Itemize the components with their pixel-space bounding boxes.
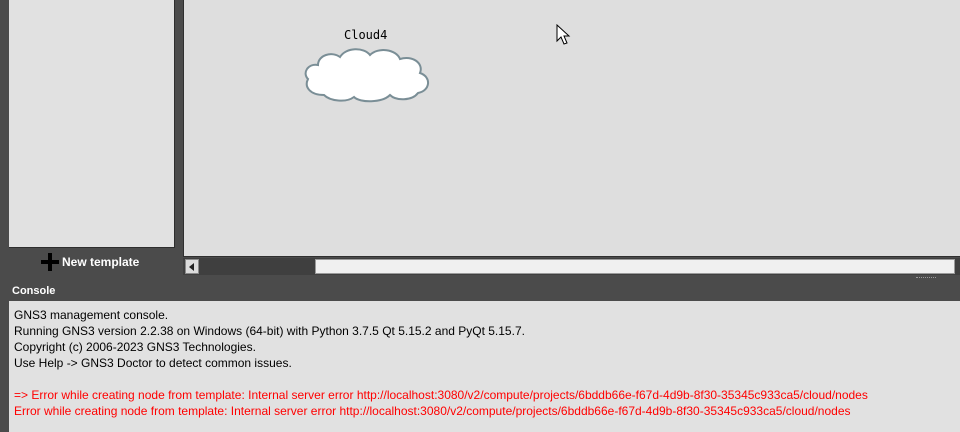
scroll-left-arrow-button[interactable] <box>185 259 199 274</box>
console-title: Console <box>12 285 56 297</box>
scroll-track[interactable] <box>201 259 958 274</box>
node-label-cloud4[interactable]: Cloud4 <box>344 28 387 42</box>
console-line: Running GNS3 version 2.2.38 on Windows (… <box>14 324 525 338</box>
new-template-label: New template <box>62 255 140 269</box>
cloud-icon[interactable] <box>302 45 434 103</box>
plus-icon <box>40 252 60 272</box>
console-line: Use Help -> GNS3 Doctor to detect common… <box>14 356 292 370</box>
scroll-thumb[interactable] <box>315 259 955 274</box>
mouse-cursor-icon <box>556 24 571 45</box>
gns3-main-window: New template Cloud4 Console GNS3 managem… <box>0 0 960 432</box>
console-error-line: Error while creating node from template:… <box>14 404 851 418</box>
new-template-button[interactable]: New template <box>40 252 139 272</box>
template-list[interactable] <box>9 0 175 248</box>
canvas-horizontal-scrollbar[interactable] <box>183 258 960 275</box>
console-line: Copyright (c) 2006-2023 GNS3 Technologie… <box>14 340 256 354</box>
templates-dock: New template <box>0 0 178 276</box>
console-error-line: => Error while creating node from templa… <box>14 388 868 402</box>
dock-splitter-handle[interactable] <box>916 277 936 281</box>
topology-canvas[interactable]: Cloud4 <box>183 0 960 257</box>
console-line: GNS3 management console. <box>14 308 169 322</box>
console-output[interactable]: GNS3 management console. Running GNS3 ve… <box>9 301 960 432</box>
